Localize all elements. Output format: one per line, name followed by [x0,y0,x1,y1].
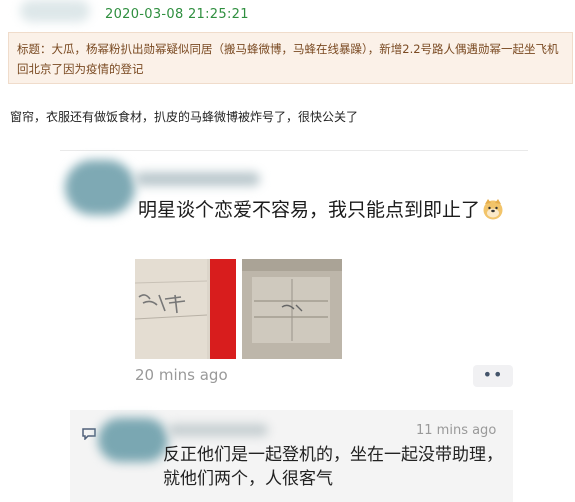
title-box: 标题：大瓜，杨幂粉扒出勋幂疑似同居（搬马蜂微博，马蜂在线暴躁），新增2.2号路人… [8,32,573,84]
blurred-commenter-name [168,424,268,436]
comment-time-ago: 11 mins ago [416,423,497,438]
doge-emoji-icon [483,199,503,220]
post-photo-2[interactable] [242,259,342,359]
post-text-content: 明星谈个恋爱不容易，我只能点到即止了 [138,199,481,221]
post-time-ago: 20 mins ago [135,366,228,384]
comment-bubble-icon [82,428,96,440]
blurred-commenter-avatar [98,418,168,462]
body-text: 窗帘，衣服还有做饭食材，扒皮的马蜂微博被炸号了，很快公关了 [10,110,359,124]
blurred-avatar [20,0,90,22]
blurred-author-avatar [65,160,135,215]
blurred-author-name [135,172,260,186]
post-timestamp: 2020-03-08 21:25:21 [105,7,249,22]
photo-2-image [242,259,342,359]
post-text: 明星谈个恋爱不容易，我只能点到即止了 [138,196,528,224]
post-photo-1[interactable] [135,259,236,359]
more-options-button[interactable]: •• [473,365,513,387]
comment-text: 反正他们是一起登机的，坐在一起没带助理，就他们两个，人很客气 [163,445,503,489]
photo-1-image [135,259,236,359]
divider [60,150,528,151]
title-text: 标题：大瓜，杨幂粉扒出勋幂疑似同居（搬马蜂微博，马蜂在线暴躁），新增2.2号路人… [17,42,559,76]
more-dots-icon: •• [482,365,504,384]
